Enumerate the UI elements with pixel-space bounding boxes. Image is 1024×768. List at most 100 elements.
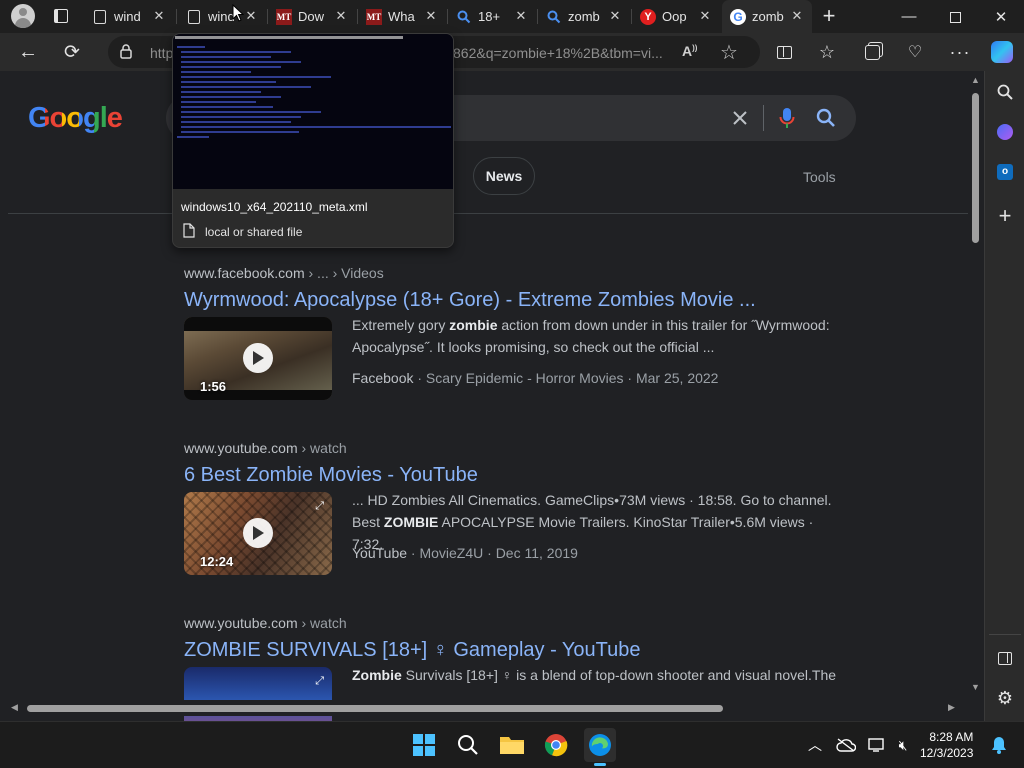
tab-8-active[interactable]: G zomb ✕ [722, 0, 812, 33]
scrollbar-thumb[interactable] [972, 93, 979, 243]
horizontal-scrollbar[interactable]: ◀ ▶ [8, 700, 963, 716]
close-tab-icon[interactable]: ✕ [698, 9, 712, 23]
new-tab-button[interactable]: + [814, 1, 844, 31]
back-button[interactable]: ← [13, 37, 43, 67]
close-tab-icon[interactable]: ✕ [334, 9, 348, 23]
collections-button[interactable] [857, 37, 887, 67]
refresh-button[interactable]: ⟳ [57, 37, 87, 67]
speaker-muted-icon: 🔇︎ [898, 736, 908, 753]
sidebar-settings-button[interactable]: ⚙ [990, 683, 1020, 713]
search-result: www.facebook.com › ... › Videos Wyrmwood… [184, 265, 864, 415]
tab-title: Oop [662, 9, 687, 24]
result-title-link[interactable]: ZOMBIE SURVIVALS [18+] ♀ Gameplay - YouT… [184, 639, 864, 662]
notifications-button[interactable] [984, 730, 1014, 760]
result-title-link[interactable]: 6 Best Zombie Movies - YouTube [184, 464, 864, 487]
restore-button[interactable] [932, 0, 978, 33]
video-thumbnail[interactable]: 1:56 [184, 317, 332, 400]
result-url[interactable]: www.facebook.com › ... › Videos [184, 265, 864, 281]
url-text-start: http [150, 45, 174, 61]
hover-card-title: windows10_x64_202110_meta.xml [181, 200, 368, 214]
scroll-left-icon[interactable]: ◀ [11, 702, 18, 713]
sidebar-search-button[interactable] [990, 77, 1020, 107]
read-aloud-icon[interactable]: A)) [682, 43, 697, 59]
lock-icon[interactable] [120, 44, 132, 64]
news-filter-chip[interactable]: News [473, 157, 535, 195]
sidebar-add-button[interactable]: + [990, 201, 1020, 231]
tab-5[interactable]: 18+ ✕ [448, 0, 536, 33]
result-snippet: Extremely gory zombie action from down u… [352, 317, 830, 355]
collections-icon [864, 44, 880, 60]
onedrive-button[interactable] [831, 730, 861, 760]
sidebar-outlook-button[interactable]: o [990, 157, 1020, 187]
browser-toolbar: ← ⟳ http 862&q=zombie+18%2B&tbm=vi... A)… [0, 33, 1024, 71]
close-tab-icon[interactable]: ✕ [424, 9, 438, 23]
taskbar-search-button[interactable] [453, 730, 483, 760]
google-icon: G [730, 8, 746, 25]
system-clock[interactable]: 8:28 AM 12/3/2023 [920, 729, 973, 761]
edge-icon [589, 734, 611, 756]
tab-title: wind [114, 9, 141, 24]
close-tab-icon[interactable]: ✕ [244, 9, 258, 23]
expand-icon[interactable]: ⤢ [315, 500, 324, 513]
start-button[interactable] [409, 730, 439, 760]
minimize-button[interactable]: — [886, 0, 932, 33]
search-icon[interactable] [814, 106, 838, 130]
tab-3[interactable]: MT Dow ✕ [268, 0, 356, 33]
tab-1[interactable]: wind ✕ [84, 0, 174, 33]
tab-title: zomb [752, 9, 784, 24]
avatar-icon [11, 4, 35, 28]
chrome-button[interactable] [541, 730, 571, 760]
close-tab-icon[interactable]: ✕ [152, 9, 166, 23]
horizontal-scrollbar-thumb[interactable] [27, 705, 723, 712]
close-tab-icon[interactable]: ✕ [790, 9, 804, 23]
play-icon[interactable] [243, 343, 273, 373]
back-arrow-icon: ← [18, 40, 38, 63]
web-page: Google News Tools www.facebook.com › ...… [8, 71, 984, 721]
video-thumbnail[interactable]: ⤢ 12:24 [184, 492, 332, 575]
play-icon[interactable] [243, 518, 273, 548]
tools-button[interactable]: Tools [803, 169, 836, 185]
favorite-star-icon[interactable]: ☆ [720, 40, 738, 65]
vertical-scrollbar[interactable]: ▲ ▼ [968, 71, 984, 721]
edge-button[interactable] [584, 728, 616, 766]
sidebar-copilot-button[interactable] [990, 117, 1020, 147]
result-url[interactable]: www.youtube.com › watch [184, 440, 864, 456]
settings-menu-button[interactable]: ··· [945, 37, 975, 67]
mt-logo-icon: MT [366, 8, 382, 25]
favorites-button[interactable]: ☆ [812, 37, 842, 67]
split-screen-button[interactable] [769, 37, 799, 67]
video-duration: 1:56 [200, 379, 227, 394]
hide-sidebar-button[interactable] [990, 643, 1020, 673]
browser-essentials-button[interactable]: ♡ [900, 37, 930, 67]
tab-7[interactable]: Y Oop ✕ [632, 0, 720, 33]
scroll-up-icon[interactable]: ▲ [971, 75, 980, 85]
search-icon [546, 9, 562, 25]
result-title-link[interactable]: Wyrmwood: Apocalypse (18+ Gore) - Extrem… [184, 289, 864, 312]
mouse-cursor-icon [232, 4, 244, 22]
chevron-up-icon: ︿ [808, 737, 822, 753]
document-icon [92, 9, 108, 25]
scroll-down-icon[interactable]: ▼ [971, 682, 980, 692]
tab-4[interactable]: MT Wha ✕ [358, 0, 446, 33]
close-tab-icon[interactable]: ✕ [514, 9, 528, 23]
tab-actions-button[interactable] [46, 1, 76, 31]
file-explorer-button[interactable] [497, 730, 527, 760]
microphone-icon[interactable] [775, 106, 799, 130]
tab-2[interactable]: wind ✕ [178, 0, 266, 33]
gear-icon: ⚙ [996, 687, 1014, 708]
clear-search-icon[interactable] [728, 106, 752, 130]
scroll-right-icon[interactable]: ▶ [948, 702, 955, 713]
google-logo[interactable]: Google [28, 102, 123, 135]
profile-avatar[interactable] [8, 1, 38, 31]
result-url[interactable]: www.youtube.com › watch [184, 615, 864, 631]
close-window-button[interactable]: ✕ [978, 0, 1024, 33]
bell-icon [992, 737, 1006, 754]
result-snippet: Zombie Survivals [18+] ♀ is a blend of t… [352, 667, 837, 683]
volume-button[interactable]: 🔇︎ [888, 730, 918, 760]
tab-6[interactable]: zomb ✕ [538, 0, 630, 33]
copilot-button[interactable] [987, 37, 1017, 67]
expand-icon[interactable]: ⤢ [315, 675, 324, 688]
more-dots-icon: ··· [949, 41, 971, 62]
close-tab-icon[interactable]: ✕ [608, 9, 622, 23]
show-hidden-icons-button[interactable]: ︿ [800, 730, 830, 760]
